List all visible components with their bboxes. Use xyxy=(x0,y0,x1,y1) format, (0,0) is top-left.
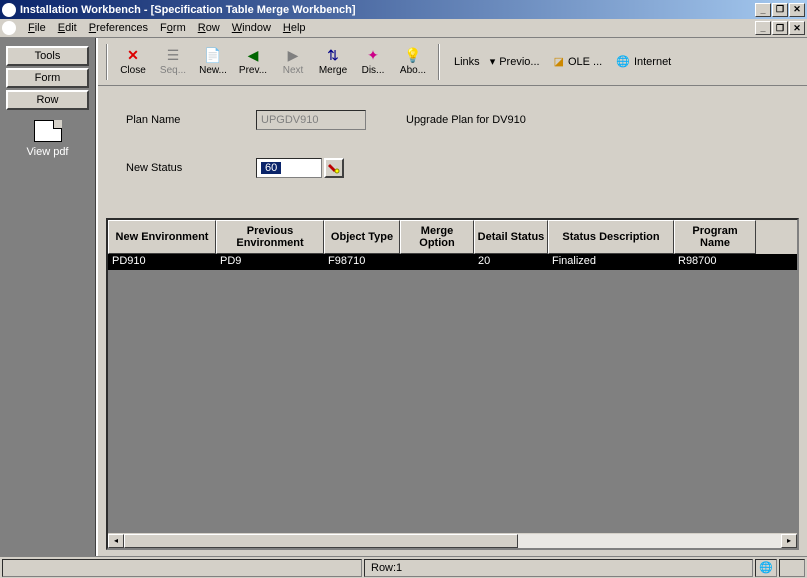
menu-form[interactable]: Form xyxy=(154,20,192,36)
form-panel: Plan Name Upgrade Plan for DV910 New Sta… xyxy=(98,86,807,218)
grid-header: New Environment Previous Environment Obj… xyxy=(108,220,797,254)
cell-object-type: F98710 xyxy=(324,254,400,270)
col-status-desc[interactable]: Status Description xyxy=(548,220,674,254)
next-button[interactable]: ▶ Next xyxy=(274,41,312,83)
previo-link[interactable]: ▾ Previo... xyxy=(486,53,544,70)
cell-new-env: PD910 xyxy=(108,254,216,270)
mdi-minimize-button[interactable]: _ xyxy=(755,21,771,35)
cell-detail-status: 20 xyxy=(474,254,548,270)
col-new-env[interactable]: New Environment xyxy=(108,220,216,254)
horizontal-scrollbar[interactable]: ◂ ▸ xyxy=(108,532,797,548)
menu-file[interactable]: File xyxy=(22,20,52,36)
col-detail-status[interactable]: Detail Status xyxy=(474,220,548,254)
window-title: Installation Workbench - [Specification … xyxy=(20,4,755,16)
status-row: Row:1 xyxy=(364,559,753,577)
menu-row[interactable]: Row xyxy=(192,20,226,36)
grid-row[interactable]: PD910 PD9 F98710 20 Finalized R98700 xyxy=(108,254,797,270)
ole-icon: ◪ xyxy=(554,55,564,68)
scroll-track[interactable] xyxy=(124,534,781,548)
maximize-button[interactable]: ❐ xyxy=(772,3,788,17)
mdi-close-button[interactable]: ✕ xyxy=(789,21,805,35)
cell-status-desc: Finalized xyxy=(548,254,674,270)
col-merge-option[interactable]: Merge Option xyxy=(400,220,474,254)
menu-window[interactable]: Window xyxy=(226,20,277,36)
minimize-button[interactable]: _ xyxy=(755,3,771,17)
menu-edit[interactable]: Edit xyxy=(52,20,83,36)
menu-preferences[interactable]: Preferences xyxy=(83,20,154,36)
status-globe-icon: 🌐 xyxy=(755,559,777,577)
close-button[interactable]: ✕ Close xyxy=(114,41,152,83)
cell-program-name: R98700 xyxy=(674,254,756,270)
toolbar: ✕ Close ☰ Seq... 📄 New... ◀ Prev... ▶ Ne… xyxy=(98,38,807,86)
sidebar-row-button[interactable]: Row xyxy=(6,90,89,110)
new-status-field[interactable]: 60 xyxy=(256,158,322,178)
globe-icon: 🌐 xyxy=(616,55,630,68)
mdi-restore-button[interactable]: ❐ xyxy=(772,21,788,35)
col-prev-env[interactable]: Previous Environment xyxy=(216,220,324,254)
toolbar-separator xyxy=(438,44,440,80)
new-icon: 📄 xyxy=(205,47,221,63)
dis-icon: ✦ xyxy=(365,47,381,63)
col-program-name[interactable]: Program Name xyxy=(674,220,756,254)
seq-icon: ☰ xyxy=(165,47,181,63)
sidebar: Tools Form Row View pdf xyxy=(0,38,96,556)
sidebar-viewpdf-label: View pdf xyxy=(0,146,95,158)
col-object-type[interactable]: Object Type xyxy=(324,220,400,254)
sidebar-tools-button[interactable]: Tools xyxy=(6,46,89,66)
abo-icon: 💡 xyxy=(405,47,421,63)
flashlight-icon xyxy=(328,162,340,174)
document-icon xyxy=(34,120,62,142)
abo-button[interactable]: 💡 Abo... xyxy=(394,41,432,83)
title-bar: Installation Workbench - [Specification … xyxy=(0,0,807,19)
content-pane: ✕ Close ☰ Seq... 📄 New... ◀ Prev... ▶ Ne… xyxy=(96,38,807,556)
menu-help[interactable]: Help xyxy=(277,20,312,36)
merge-button[interactable]: ⇅ Merge xyxy=(314,41,352,83)
menu-bar: File Edit Preferences Form Row Window He… xyxy=(0,19,807,38)
cell-prev-env: PD9 xyxy=(216,254,324,270)
plan-name-field xyxy=(256,110,366,130)
dis-button[interactable]: ✦ Dis... xyxy=(354,41,392,83)
plan-desc: Upgrade Plan for DV910 xyxy=(406,114,526,126)
data-grid[interactable]: New Environment Previous Environment Obj… xyxy=(106,218,799,550)
toolbar-separator xyxy=(106,44,108,80)
chevron-down-icon: ▾ xyxy=(490,55,496,68)
new-status-value: 60 xyxy=(261,162,281,174)
app-icon xyxy=(2,3,16,17)
doc-icon xyxy=(2,21,16,35)
grid-body xyxy=(108,270,797,532)
new-button[interactable]: 📄 New... xyxy=(194,41,232,83)
lookup-button[interactable] xyxy=(324,158,344,178)
scroll-left-button[interactable]: ◂ xyxy=(108,534,124,548)
cell-merge-option xyxy=(400,254,474,270)
ole-link[interactable]: ◪ OLE ... xyxy=(550,53,607,70)
seq-button[interactable]: ☰ Seq... xyxy=(154,41,192,83)
scroll-thumb[interactable] xyxy=(124,534,518,548)
plan-name-label: Plan Name xyxy=(126,114,236,126)
status-left xyxy=(2,559,362,577)
sidebar-form-button[interactable]: Form xyxy=(6,68,89,88)
prev-button[interactable]: ◀ Prev... xyxy=(234,41,272,83)
new-status-label: New Status xyxy=(126,162,236,174)
status-right xyxy=(779,559,805,577)
prev-icon: ◀ xyxy=(245,47,261,63)
next-icon: ▶ xyxy=(285,47,301,63)
scroll-right-button[interactable]: ▸ xyxy=(781,534,797,548)
links-label: Links xyxy=(454,56,480,68)
sidebar-viewpdf[interactable]: View pdf xyxy=(0,120,95,158)
status-bar: Row:1 🌐 xyxy=(0,556,807,578)
internet-link[interactable]: 🌐 Internet xyxy=(612,53,675,70)
close-icon: ✕ xyxy=(125,47,141,63)
merge-icon: ⇅ xyxy=(325,47,341,63)
close-window-button[interactable]: ✕ xyxy=(789,3,805,17)
